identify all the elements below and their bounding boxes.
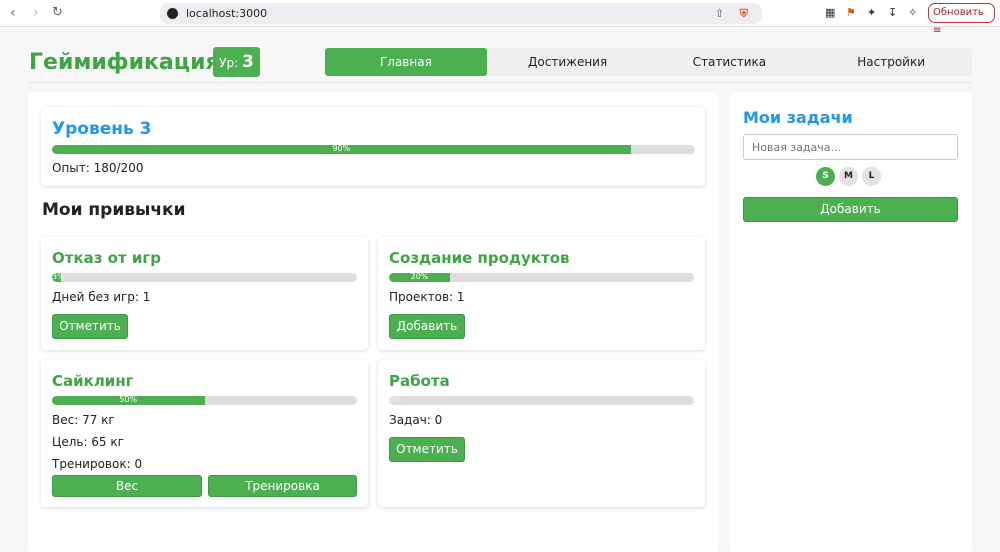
progress-label: 20% <box>410 273 429 281</box>
level-progress: 90% <box>52 145 695 154</box>
update-label: Обновить <box>933 7 984 18</box>
app-title: Геймификация <box>29 50 220 75</box>
size-m-button[interactable]: M <box>839 167 858 186</box>
habit-progress: 20% <box>389 273 694 282</box>
mark-button[interactable]: Отметить <box>389 437 465 462</box>
size-l-button[interactable]: L <box>862 167 881 186</box>
level-badge: Ур: 3 <box>213 47 260 77</box>
forward-icon[interactable]: › <box>33 5 39 21</box>
add-button[interactable]: Добавить <box>389 314 465 339</box>
add-task-button[interactable]: Добавить <box>743 197 958 222</box>
habit-card-work: Работа 0% Задач: 0 Отметить <box>378 360 705 507</box>
workout-button[interactable]: Тренировка <box>208 475 357 497</box>
weight-button[interactable]: Вес <box>52 475 202 497</box>
progress-label: 90% <box>332 145 351 153</box>
new-task-input[interactable] <box>743 134 958 160</box>
progress-fill: 90% <box>52 145 631 154</box>
level-value: 3 <box>241 52 254 72</box>
url-text: localhost:3000 <box>186 7 268 20</box>
tab-settings[interactable]: Настройки <box>810 48 972 76</box>
megaphone-icon[interactable]: ⚑ <box>846 6 856 19</box>
header-divider <box>28 82 972 83</box>
progress-fill: 50% <box>52 396 205 405</box>
habit-title: Отказ от игр <box>52 249 161 267</box>
habit-card-cycling: Сайклинг 50% Вес: 77 кг Цель: 65 кг Трен… <box>41 360 368 507</box>
download-icon[interactable]: ↧ <box>888 6 897 19</box>
progress-label: 3% <box>52 273 65 281</box>
habit-progress: 0% <box>389 396 694 405</box>
xp-text: Опыт: 180/200 <box>52 161 144 175</box>
puzzle-icon[interactable]: ✦ <box>867 6 876 19</box>
progress-label: 50% <box>119 396 138 404</box>
workouts-text: Тренировок: 0 <box>52 457 143 471</box>
tab-home[interactable]: Главная <box>325 48 487 76</box>
address-bar[interactable]: localhost:3000 ⇧ ⛨ <box>160 3 762 24</box>
mark-button[interactable]: Отметить <box>52 314 128 339</box>
progress-fill: 3% <box>52 273 65 282</box>
menu-icon: ≡ <box>933 25 942 36</box>
habit-title: Создание продуктов <box>389 249 570 267</box>
progress-fill: 20% <box>389 273 450 282</box>
tab-statistics[interactable]: Статистика <box>649 48 811 76</box>
browser-toolbar: ‹ › ↻ localhost:3000 ⇧ ⛨ ▦ ⚑ ✦ ↧ ✧ Обнов… <box>0 0 1000 36</box>
habit-stat: Дней без игр: 1 <box>52 290 151 304</box>
habit-title: Сайклинг <box>52 372 134 390</box>
tasks-title: Мои задачи <box>743 108 853 127</box>
site-info-icon[interactable] <box>167 8 178 19</box>
habit-card-games: Отказ от игр 3% Дней без игр: 1 Отметить <box>41 237 368 350</box>
goal-text: Цель: 65 кг <box>52 435 124 449</box>
level-prefix: Ур: <box>219 56 239 70</box>
main-panel: Уровень 3 90% Опыт: 180/200 Мои привычки… <box>28 92 718 552</box>
brave-shield-icon[interactable]: ⛨ <box>740 3 748 24</box>
extension-icon[interactable]: ▦ <box>825 6 835 19</box>
habit-progress: 3% <box>52 273 357 282</box>
level-card: Уровень 3 90% Опыт: 180/200 <box>41 107 705 186</box>
progress-label: 0% <box>389 396 402 404</box>
habit-progress: 50% <box>52 396 357 405</box>
main-nav: Главная Достижения Статистика Настройки <box>325 48 972 76</box>
level-title: Уровень 3 <box>52 119 152 139</box>
habit-title: Работа <box>389 372 450 390</box>
tasks-panel: Мои задачи S M L Добавить <box>730 92 972 552</box>
reload-icon[interactable]: ↻ <box>52 5 63 20</box>
update-button[interactable]: Обновить ≡ <box>928 3 995 36</box>
size-selector: S M L <box>816 167 881 186</box>
weight-text: Вес: 77 кг <box>52 413 115 427</box>
tab-achievements[interactable]: Достижения <box>487 48 649 76</box>
habit-stat: Проектов: 1 <box>389 290 465 304</box>
back-icon[interactable]: ‹ <box>10 5 16 21</box>
sparkle-icon[interactable]: ✧ <box>908 6 917 19</box>
habits-title: Мои привычки <box>42 200 186 220</box>
habit-stat: Задач: 0 <box>389 413 443 427</box>
habit-card-products: Создание продуктов 20% Проектов: 1 Добав… <box>378 237 705 350</box>
size-s-button[interactable]: S <box>816 167 835 186</box>
share-icon[interactable]: ⇧ <box>715 3 724 24</box>
